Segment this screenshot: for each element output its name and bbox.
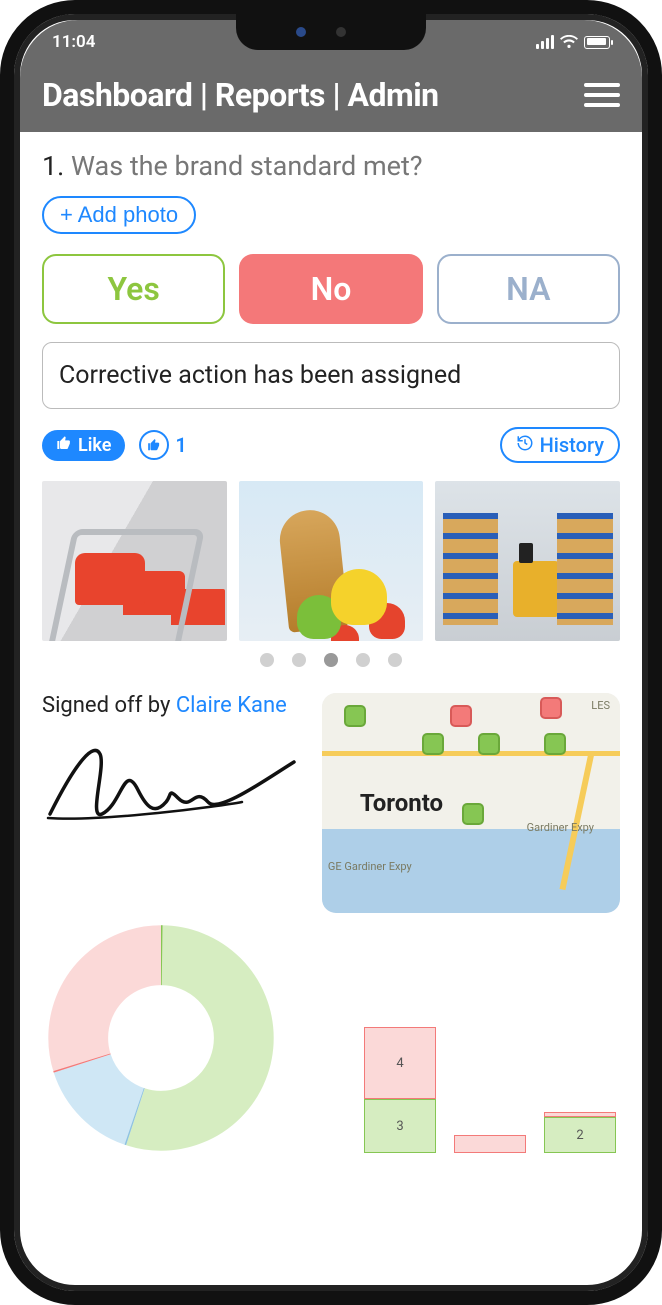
app-header: Dashboard | Reports | Admin [20,64,642,132]
photo-thumbnail[interactable] [435,481,620,641]
signal-icon [536,35,554,49]
map-pin[interactable] [478,733,500,755]
map-pin[interactable] [462,803,484,825]
photo-thumbnail[interactable] [239,481,424,641]
menu-icon[interactable] [584,83,620,107]
history-icon [516,433,534,457]
like-count-value: 1 [175,433,186,457]
map-label: LES [591,699,610,712]
status-indicators [536,35,610,49]
like-count[interactable]: 1 [139,430,186,460]
history-button[interactable]: History [500,427,620,463]
nav-title[interactable]: Dashboard | Reports | Admin [42,76,439,114]
map-label: GE Gardiner Expy [328,860,412,873]
bar-segment: 2 [544,1117,616,1153]
thumbs-up-outline-icon [139,430,169,460]
carousel-dot[interactable] [388,653,402,667]
map-pin[interactable] [540,697,562,719]
map-city-label: Toronto [360,789,443,817]
map-label: Gardiner Expy [527,821,594,834]
carousel-dots[interactable] [42,653,620,667]
status-time: 11:04 [52,32,95,52]
answer-no-button[interactable]: No [239,254,422,324]
signed-off-name[interactable]: Claire Kane [176,693,287,718]
battery-icon [584,36,610,49]
map-pin[interactable] [450,705,472,727]
photo-thumbnail[interactable] [42,481,227,641]
signed-off-label: Signed off by Claire Kane [42,693,308,718]
question-text: 1. Was the brand standard met? [42,150,620,182]
answer-buttons: Yes No NA [42,254,620,324]
bar-chart: 43 2 [296,1003,616,1153]
bar-column [454,1135,526,1153]
add-photo-label: + Add photo [60,202,178,228]
note-input[interactable]: Corrective action has been assigned [42,342,620,409]
signed-off-prefix: Signed off by [42,693,176,718]
map-pin[interactable] [344,705,366,727]
add-photo-button[interactable]: + Add photo [42,196,196,234]
map-pin[interactable] [544,733,566,755]
question-number: 1. [42,150,64,182]
note-text: Corrective action has been assigned [59,361,461,390]
donut-chart [46,923,276,1153]
bar-segment [454,1135,526,1153]
like-button[interactable]: Like [42,430,125,461]
thumbs-up-icon [56,435,72,456]
answer-yes-button[interactable]: Yes [42,254,225,324]
bar-column: 2 [544,1112,616,1153]
like-label: Like [78,435,111,456]
map-widget[interactable]: Toronto LES Gardiner Expy GE Gardiner Ex… [322,693,620,913]
bar-segment: 4 [364,1027,436,1099]
question-body: Was the brand standard met? [71,150,423,182]
bar-column: 43 [364,1027,436,1153]
map-pin[interactable] [422,733,444,755]
photo-carousel[interactable] [42,481,620,641]
history-label: History [540,433,604,457]
bar-segment: 3 [364,1099,436,1153]
signature-image [42,732,308,846]
carousel-dot[interactable] [324,653,338,667]
carousel-dot[interactable] [356,653,370,667]
carousel-dot[interactable] [292,653,306,667]
wifi-icon [560,35,578,49]
answer-na-button[interactable]: NA [437,254,620,324]
carousel-dot[interactable] [260,653,274,667]
